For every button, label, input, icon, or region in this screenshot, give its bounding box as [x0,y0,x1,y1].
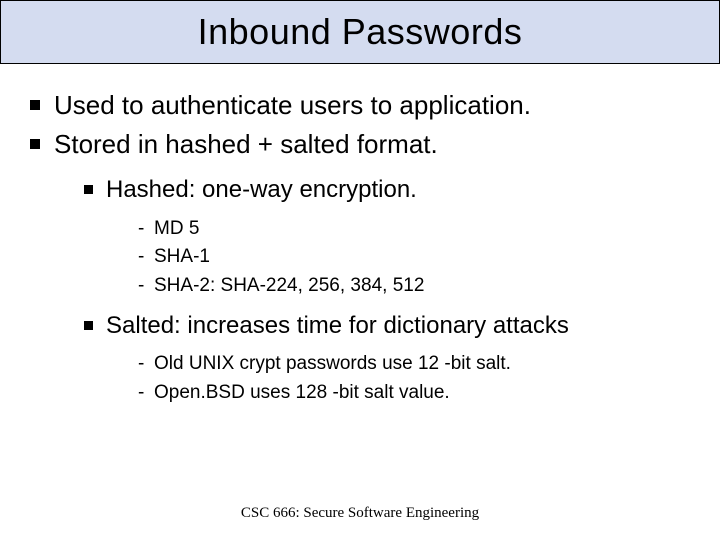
bullet-item: MD 5 [134,215,700,244]
bullet-list-level3: MD 5 SHA-1 SHA-2: SHA-224, 256, 384, 512 [134,215,700,301]
bullet-list-level3: Old UNIX crypt passwords use 12 -bit sal… [134,350,700,407]
slide-footer: CSC 666: Secure Software Engineering [0,505,720,522]
slide-title: Inbound Passwords [198,11,523,53]
bullet-item: Stored in hashed + salted format. Hashed… [20,127,700,407]
bullet-text: Stored in hashed + salted format. [54,129,438,159]
bullet-list-level2: Hashed: one-way encryption. MD 5 SHA-1 S… [78,174,700,407]
bullet-item: SHA-2: SHA-224, 256, 384, 512 [134,272,700,301]
bullet-list-level1: Used to authenticate users to applicatio… [20,88,700,407]
bullet-item: Hashed: one-way encryption. MD 5 SHA-1 S… [78,174,700,300]
bullet-item: SHA-1 [134,243,700,272]
bullet-item: Used to authenticate users to applicatio… [20,88,700,123]
bullet-item: Open.BSD uses 128 -bit salt value. [134,379,700,408]
bullet-item: Salted: increases time for dictionary at… [78,310,700,407]
bullet-item: Old UNIX crypt passwords use 12 -bit sal… [134,350,700,379]
title-bar: Inbound Passwords [0,0,720,64]
bullet-text: Salted: increases time for dictionary at… [106,312,569,339]
slide-content: Used to authenticate users to applicatio… [0,64,720,407]
bullet-text: Hashed: one-way encryption. [106,176,417,203]
